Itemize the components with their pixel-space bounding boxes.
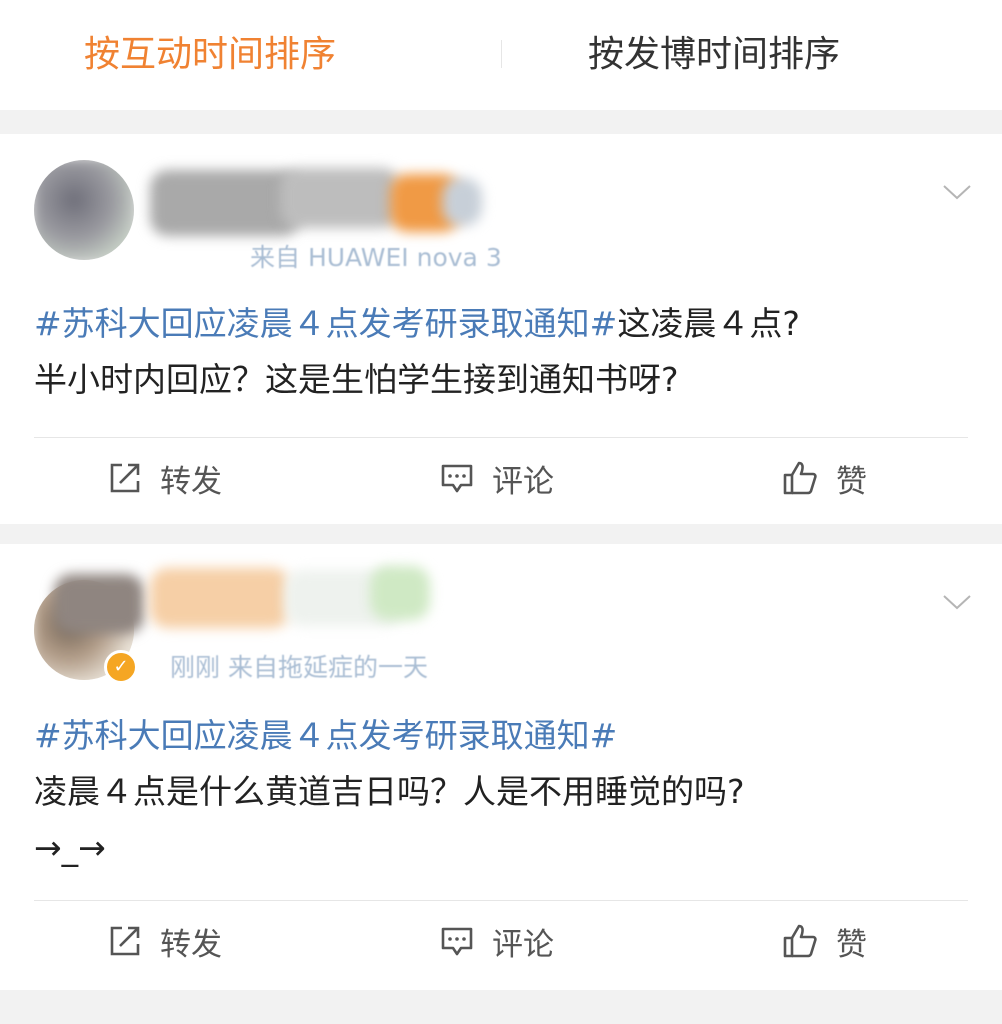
tab-sort-by-interaction[interactable]: 按互动时间排序 — [84, 30, 336, 80]
comment-label: 评论 — [492, 463, 554, 500]
share-box-icon — [110, 926, 140, 956]
post-card: ✓ 刚刚 来自拖延症的一天 #苏科大回应凌晨４点发考研录取通知# 凌晨４点是什么… — [0, 544, 1002, 990]
comment-button[interactable]: 评论 — [440, 919, 554, 963]
section-gap — [0, 990, 1002, 1024]
repost-button[interactable]: 转发 — [108, 456, 222, 500]
action-bar: 转发 评论 赞 — [0, 438, 1002, 518]
section-gap — [0, 110, 1002, 134]
comment-label: 评论 — [492, 926, 554, 963]
post-text: #苏科大回应凌晨４点发考研录取通知#这凌晨４点? 半小时内回应？这是生怕学生接到… — [34, 296, 974, 408]
sort-bar: 按互动时间排序 按发博时间排序 — [0, 0, 1002, 110]
tab-sort-by-post-time[interactable]: 按发博时间排序 — [588, 30, 840, 80]
thumbs-up-icon — [783, 461, 817, 495]
section-gap — [0, 524, 1002, 544]
verified-badge-icon: ✓ — [104, 650, 138, 684]
post-text-segment: 这凌晨４点? — [617, 304, 800, 343]
post-text-line: 半小时内回应？这是生怕学生接到通知书呀? — [34, 360, 679, 399]
comment-bubble-icon — [441, 464, 473, 493]
post-text: #苏科大回应凌晨４点发考研录取通知# 凌晨４点是什么黄道吉日吗？人是不用睡觉的吗… — [34, 708, 974, 876]
comment-button[interactable]: 评论 — [440, 456, 554, 500]
like-button[interactable]: 赞 — [782, 456, 867, 500]
post-card: 来自 HUAWEI nova 3 #苏科大回应凌晨４点发考研录取通知#这凌晨４点… — [0, 134, 1002, 524]
chevron-down-icon[interactable] — [942, 182, 972, 202]
like-label: 赞 — [836, 463, 867, 500]
post-meta-source: 来自 HUAWEI nova 3 — [250, 243, 502, 272]
chevron-down-icon[interactable] — [942, 592, 972, 612]
thumbs-up-icon — [783, 924, 817, 958]
avatar[interactable] — [34, 160, 134, 260]
post-meta-source: 刚刚 来自拖延症的一天 — [170, 653, 428, 682]
post-text-line: 凌晨４点是什么黄道吉日吗？人是不用睡觉的吗? — [34, 772, 745, 811]
hashtag-link[interactable]: #苏科大回应凌晨４点发考研录取通知# — [34, 716, 617, 755]
username-redacted[interactable] — [150, 164, 490, 244]
repost-label: 转发 — [160, 926, 222, 963]
comment-bubble-icon — [441, 927, 473, 956]
repost-label: 转发 — [160, 463, 222, 500]
action-bar: 转发 评论 赞 — [0, 901, 1002, 981]
share-box-icon — [110, 463, 140, 493]
post-text-line: →_→ — [34, 828, 106, 867]
hashtag-link[interactable]: #苏科大回应凌晨４点发考研录取通知# — [34, 304, 617, 343]
username-redacted[interactable] — [54, 558, 434, 642]
repost-button[interactable]: 转发 — [108, 919, 222, 963]
like-button[interactable]: 赞 — [782, 919, 867, 963]
like-label: 赞 — [836, 926, 867, 963]
tab-divider — [501, 40, 502, 68]
